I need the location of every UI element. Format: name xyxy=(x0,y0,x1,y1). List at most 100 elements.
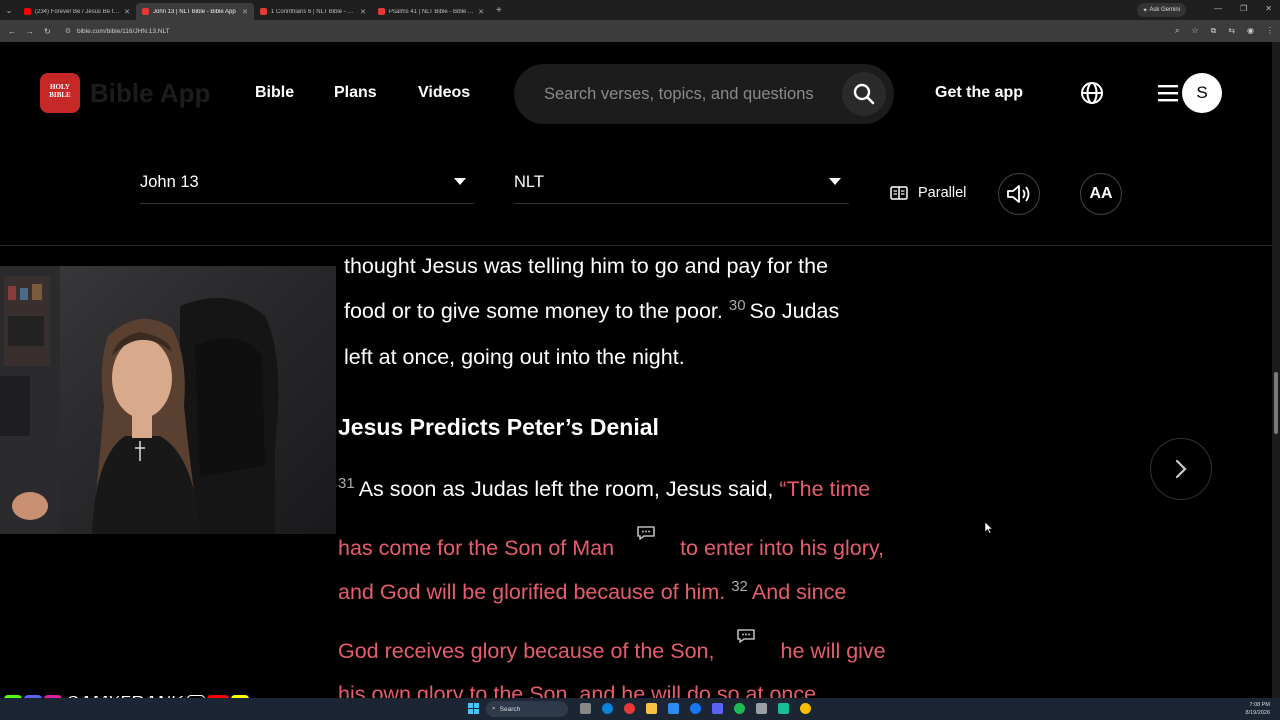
streamer-webcam-image xyxy=(0,266,279,534)
file-explorer-icon[interactable] xyxy=(646,703,657,714)
next-chapter-button[interactable] xyxy=(1150,438,1212,500)
globe-icon[interactable] xyxy=(1080,81,1104,105)
new-tab-icon[interactable]: + xyxy=(496,5,502,16)
store-icon[interactable] xyxy=(668,703,679,714)
search-button[interactable] xyxy=(842,72,886,116)
url-field[interactable]: ⚙ bible.com/bible/116/JHN.13.NLT xyxy=(65,27,170,36)
chrome-alt-icon[interactable] xyxy=(800,703,811,714)
words-of-jesus-text: “The time xyxy=(779,477,871,501)
nav-plans[interactable]: Plans xyxy=(334,84,377,102)
tab-title: (234) Forever Be / Jesus Be the... xyxy=(35,8,121,15)
tab-title: 1 Corinthians 6 | NLT Bible - Bi... xyxy=(271,8,357,15)
browser-tab[interactable]: (234) Forever Be / Jesus Be the... ✕ xyxy=(18,3,136,20)
minimize-icon[interactable]: — xyxy=(1214,4,1222,13)
nav-bible[interactable]: Bible xyxy=(255,84,294,102)
youtube-favicon-icon xyxy=(24,8,31,15)
page-scrollbar[interactable] xyxy=(1272,42,1280,698)
hamburger-menu-icon[interactable] xyxy=(1158,84,1178,102)
close-tab-icon[interactable]: ✕ xyxy=(242,8,248,16)
scripture-line: and God will be glorified because of him… xyxy=(338,578,846,605)
taskbar-clock[interactable]: 7:08 PM 8/19/2026 xyxy=(1246,701,1270,717)
url-text: bible.com/bible/116/JHN.13.NLT xyxy=(76,27,170,35)
scripture-line: food or to give some money to the poor. … xyxy=(344,297,839,324)
section-heading: Jesus Predicts Peter’s Denial xyxy=(338,414,659,440)
logo-badge: HOLY BIBLE xyxy=(49,83,71,99)
logo-wordmark[interactable]: Bible App xyxy=(90,78,210,109)
font-size-button[interactable]: AA xyxy=(1080,173,1122,215)
verse-number[interactable]: 32 xyxy=(731,578,748,595)
app-icon[interactable] xyxy=(778,703,789,714)
discord-taskbar-icon[interactable] xyxy=(712,703,723,714)
facebook-icon[interactable] xyxy=(690,703,701,714)
nav-videos[interactable]: Videos xyxy=(418,84,470,102)
extensions-icon[interactable]: ⧉ xyxy=(1211,26,1217,36)
verse-number[interactable]: 30 xyxy=(729,297,746,314)
restore-icon[interactable]: ❐ xyxy=(1240,4,1247,13)
version-label: NLT xyxy=(514,173,544,191)
close-tab-icon[interactable]: ✕ xyxy=(360,8,366,16)
task-view-icon[interactable] xyxy=(580,703,591,714)
reload-icon[interactable]: ↻ xyxy=(44,27,51,36)
chapter-selector[interactable]: John 13 xyxy=(140,162,474,204)
ask-gemini-button[interactable]: ✦ Ask Gemini xyxy=(1136,3,1186,17)
scripture-line: his own glory to the Son, and he will do… xyxy=(338,682,823,698)
scripture-line: thought Jesus was telling him to go and … xyxy=(344,254,829,278)
zoom-icon[interactable]: ⌕ xyxy=(1175,26,1179,36)
user-avatar[interactable]: S xyxy=(1182,73,1222,113)
clock-date: 8/19/2026 xyxy=(1245,710,1270,716)
browser-tab-active[interactable]: John 13 | NLT Bible - Bible App ✕ xyxy=(136,3,254,20)
footnote-speech-bubble-icon[interactable] xyxy=(636,522,658,547)
words-of-jesus-text: has come for the Son of Man xyxy=(338,536,615,560)
chevron-down-icon xyxy=(829,178,841,185)
verse-number[interactable]: 31 xyxy=(338,475,355,492)
scripture-line: left at once, going out into the night. xyxy=(344,345,685,369)
scripture-text: food or to give some money to the poor. xyxy=(344,299,723,323)
browser-tab[interactable]: Psalms 41 | NLT Bible - Bible A... ✕ xyxy=(372,3,490,20)
words-of-jesus-text: to enter into his glory, xyxy=(680,536,885,560)
tab-title: John 13 | NLT Bible - Bible App xyxy=(153,8,236,15)
parallel-label: Parallel xyxy=(918,185,967,201)
settings-icon[interactable] xyxy=(756,703,767,714)
footnote-speech-bubble-icon[interactable] xyxy=(736,625,758,650)
taskbar-search[interactable]: ⌕ Search xyxy=(486,701,568,717)
site-info-icon[interactable]: ⚙ xyxy=(65,27,71,35)
search-icon xyxy=(853,83,875,105)
bible-app-logo-icon[interactable]: HOLY BIBLE xyxy=(40,73,80,113)
close-window-icon[interactable]: ✕ xyxy=(1265,4,1272,13)
edge-icon[interactable] xyxy=(602,703,613,714)
speaker-icon xyxy=(1007,185,1030,203)
close-tab-icon[interactable]: ✕ xyxy=(478,8,484,16)
get-the-app-link[interactable]: Get the app xyxy=(935,84,1023,102)
version-selector[interactable]: NLT xyxy=(514,162,849,204)
back-icon[interactable]: ← xyxy=(8,27,16,36)
scripture-text: As soon as Judas left the room, Jesus sa… xyxy=(358,477,774,501)
chapter-label: John 13 xyxy=(140,173,199,191)
webcam-overlay xyxy=(0,266,336,534)
scrollbar-thumb[interactable] xyxy=(1274,372,1278,434)
bookmark-star-icon[interactable]: ☆ xyxy=(1191,26,1198,36)
browser-tab[interactable]: 1 Corinthians 6 | NLT Bible - Bi... ✕ xyxy=(254,3,372,20)
close-tab-icon[interactable]: ✕ xyxy=(124,8,130,16)
tab-search-icon[interactable]: ⌄ xyxy=(0,6,18,15)
scripture-line: God receives glory because of the Son, he… xyxy=(338,629,886,664)
browser-tab-bar: ⌄ (234) Forever Be / Jesus Be the... ✕ J… xyxy=(0,0,1280,20)
cast-icon[interactable]: ⇆ xyxy=(1228,26,1235,36)
clock-time: 7:08 PM xyxy=(1249,702,1270,708)
chrome-icon[interactable] xyxy=(624,703,635,714)
tab-title: Psalms 41 | NLT Bible - Bible A... xyxy=(389,8,475,15)
parallel-button[interactable]: Parallel xyxy=(890,185,966,201)
menu-kebab-icon[interactable]: ⋮ xyxy=(1266,26,1274,36)
parallel-book-icon xyxy=(890,186,908,200)
words-of-jesus-text: and God will be glorified because of him… xyxy=(338,580,726,604)
ask-gemini-label: Ask Gemini xyxy=(1149,7,1180,13)
browser-nav: ← → ↻ xyxy=(0,27,51,36)
chevron-right-icon xyxy=(1175,459,1187,479)
forward-icon[interactable]: → xyxy=(26,27,34,36)
search-input[interactable] xyxy=(544,84,844,104)
profile-icon[interactable]: ◉ xyxy=(1247,26,1254,36)
bible-favicon-icon xyxy=(378,8,385,15)
audio-button[interactable] xyxy=(998,173,1040,215)
spotify-icon[interactable] xyxy=(734,703,745,714)
chevron-down-icon xyxy=(454,178,466,185)
windows-start-icon[interactable] xyxy=(468,703,479,714)
